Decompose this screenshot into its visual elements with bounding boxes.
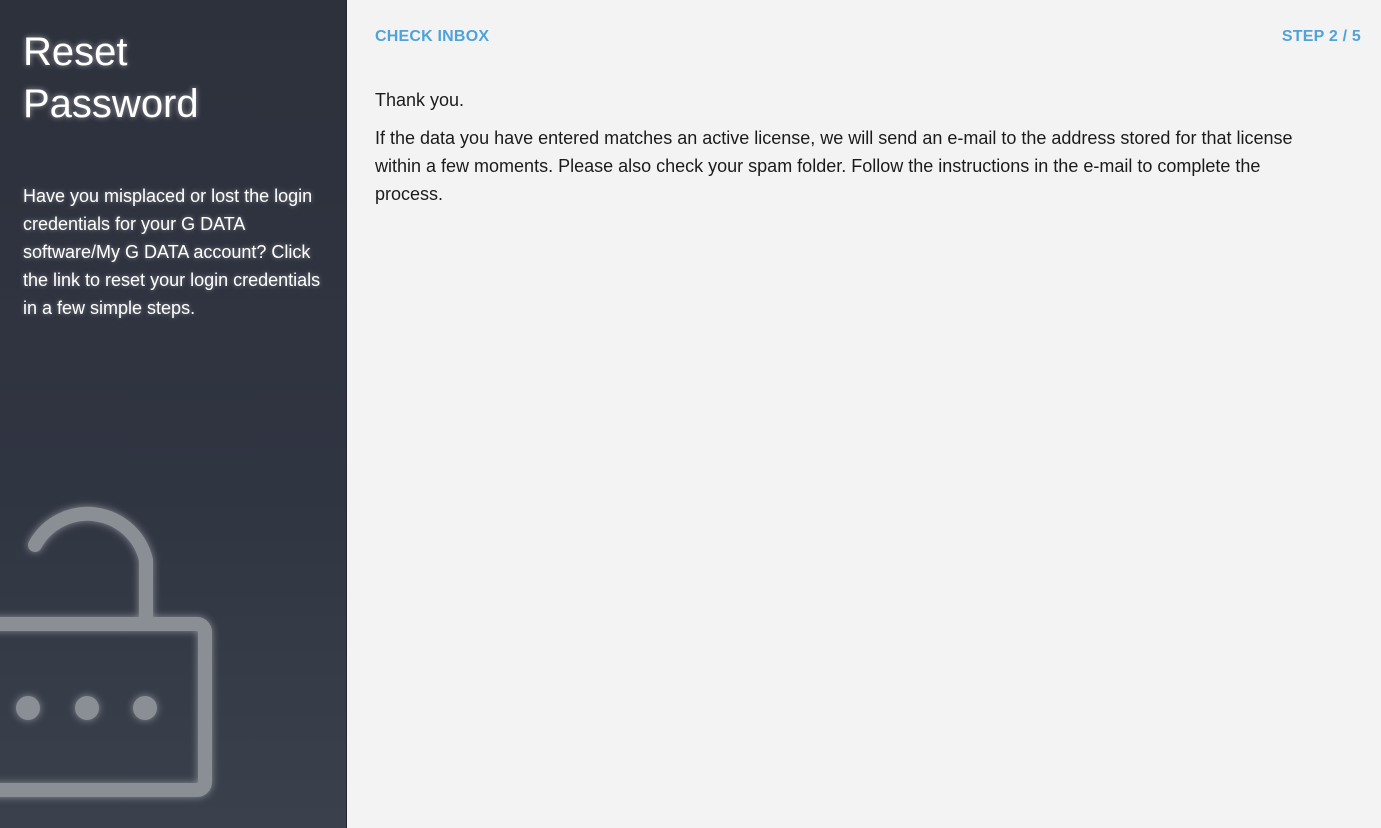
greeting-text: Thank you. xyxy=(375,90,465,110)
main-panel: CHECK INBOX STEP 2 / 5 Thank you. If the… xyxy=(347,0,1381,828)
reset-password-page: Reset Password Have you misplaced or los… xyxy=(0,0,1381,828)
padlock-open-icon xyxy=(0,506,212,797)
page-title: Reset Password xyxy=(23,30,199,126)
confirmation-message: Thank you. If the data you have entered … xyxy=(375,86,1325,218)
step-counter: STEP 2 / 5 xyxy=(1281,28,1361,45)
sidebar: Reset Password Have you misplaced or los… xyxy=(0,0,347,828)
sidebar-description: Have you misplaced or lost the login cre… xyxy=(23,186,321,318)
step-name: CHECK INBOX xyxy=(375,28,490,45)
instructions-text: If the data you have entered matches an … xyxy=(375,128,1293,204)
